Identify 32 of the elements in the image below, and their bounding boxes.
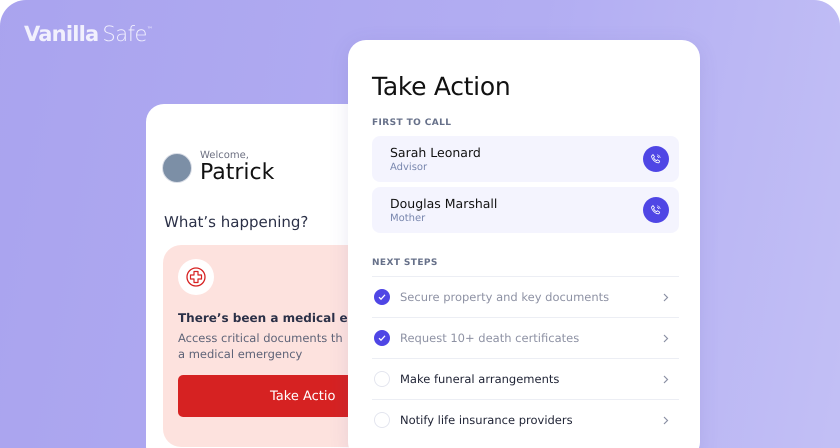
medical-cross-icon [178, 259, 214, 295]
section-heading: FIRST TO CALL [372, 118, 452, 128]
step-checkbox[interactable] [374, 289, 390, 305]
chevron-right-icon [663, 416, 669, 424]
alert-description: Access critical documents th [178, 330, 343, 346]
section-heading: NEXT STEPS [372, 258, 438, 268]
alert-title: There’s been a medical e [178, 311, 348, 325]
call-button[interactable] [643, 197, 669, 223]
check-icon [377, 333, 387, 343]
contact-role: Advisor [390, 162, 428, 173]
step-checkbox[interactable] [374, 330, 390, 346]
avatar [162, 152, 192, 182]
user-name: Patrick [200, 161, 274, 185]
check-icon [377, 292, 387, 302]
chevron-right-icon [663, 374, 669, 384]
chevron-right-icon [663, 292, 669, 302]
contact-name: Douglas Marshall [390, 196, 498, 211]
contact-role: Mother [390, 213, 426, 224]
question-heading: What’s happening? [164, 213, 308, 231]
take-action-button[interactable]: Take Actio [178, 375, 348, 417]
contact-card[interactable]: Douglas Marshall Mother [372, 187, 679, 233]
chevron-right-icon [663, 334, 669, 342]
step-label[interactable]: Make funeral arrangements [400, 372, 663, 386]
phone-icon [650, 204, 662, 216]
phone-icon [650, 153, 662, 165]
contact-card[interactable]: Sarah Leonard Advisor [372, 136, 679, 182]
panel-title: Take Action [372, 72, 510, 101]
alert-description: a medical emergency [178, 346, 302, 362]
contact-name: Sarah Leonard [390, 145, 481, 160]
step-label[interactable]: Notify life insurance providers [400, 413, 663, 427]
greeting: Welcome, [200, 150, 250, 161]
call-button[interactable] [643, 146, 669, 172]
